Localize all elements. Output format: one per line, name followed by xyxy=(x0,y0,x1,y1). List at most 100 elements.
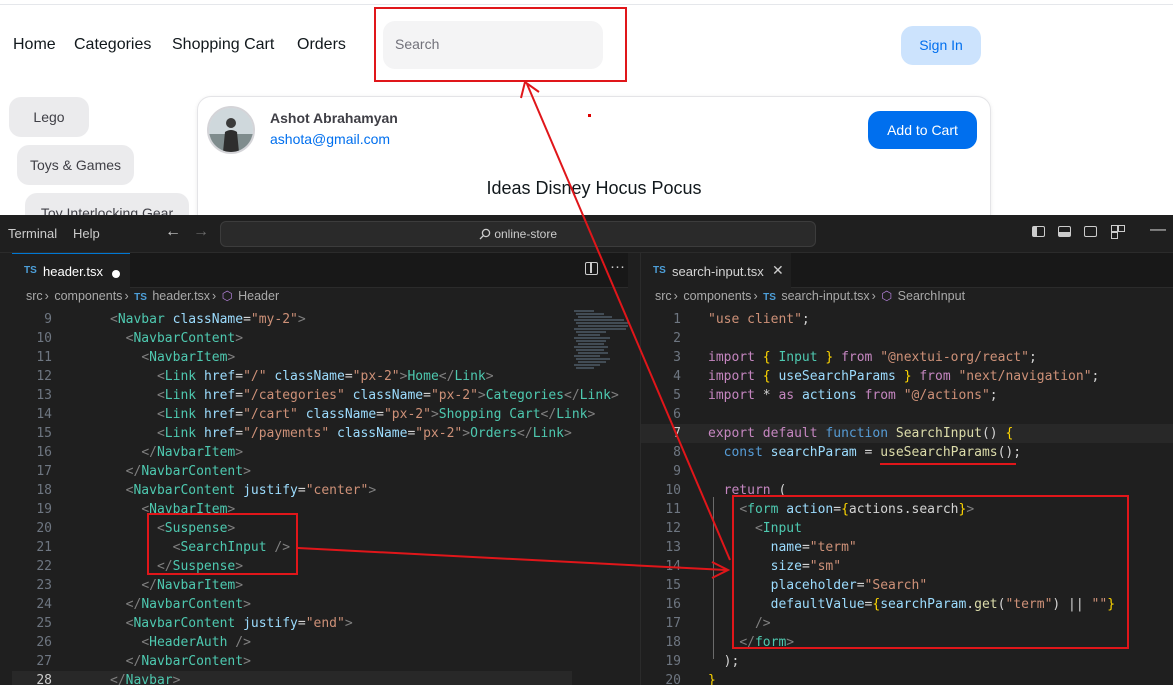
line-number: 11 xyxy=(665,502,681,517)
line-number: 6 xyxy=(673,407,681,422)
line-number: 18 xyxy=(665,635,681,650)
nav-link-home[interactable]: Home xyxy=(13,36,56,54)
menu-terminal[interactable]: Terminal xyxy=(8,226,57,241)
line-number: 7 xyxy=(673,426,681,441)
code-text: <Link href="/payments" className="px-2">… xyxy=(156,426,572,441)
minimap[interactable] xyxy=(574,310,628,390)
tab-label: header.tsx xyxy=(43,264,103,279)
annotation-underline xyxy=(880,463,1016,465)
line-number: 28 xyxy=(36,673,52,685)
minimap-row xyxy=(578,316,612,318)
breadcrumb-components[interactable]: components xyxy=(54,289,122,303)
nav-link-categories[interactable]: Categories xyxy=(74,36,151,54)
line-number: 26 xyxy=(36,635,52,650)
editor-left: TS header.tsx ··· src › components › TS he… xyxy=(12,253,628,685)
active-line-highlight xyxy=(12,671,572,685)
code-text: </NavbarContent> xyxy=(125,597,251,612)
minimap-row xyxy=(576,331,606,333)
component-symbol-icon: ⬡ xyxy=(221,289,233,303)
breadcrumb-symbol[interactable]: Header xyxy=(238,289,279,303)
tab-label: search-input.tsx xyxy=(672,264,764,279)
line-number: 17 xyxy=(665,616,681,631)
line-number: 24 xyxy=(36,597,52,612)
minimap-row xyxy=(574,355,600,357)
component-symbol-icon: ⬡ xyxy=(881,289,893,303)
breadcrumb-src[interactable]: src xyxy=(26,289,43,303)
top-border xyxy=(0,4,1173,5)
tab-strip-left: TS header.tsx ··· xyxy=(12,253,628,288)
nav-link-orders[interactable]: Orders xyxy=(297,36,346,54)
line-number: 19 xyxy=(36,502,52,517)
code-text: import * as actions from "@/actions"; xyxy=(708,388,998,403)
line-number: 15 xyxy=(665,578,681,593)
customize-layout-icon[interactable] xyxy=(1111,225,1125,239)
toggle-primary-sidebar-icon[interactable] xyxy=(1032,226,1045,237)
code-text: "use client"; xyxy=(708,312,810,327)
breadcrumb-src[interactable]: src xyxy=(655,289,672,303)
minimap-row xyxy=(576,358,610,360)
code-text: <NavbarItem> xyxy=(141,350,236,365)
line-number: 12 xyxy=(36,369,52,384)
line-number: 17 xyxy=(36,464,52,479)
nav-link-shopping-cart[interactable]: Shopping Cart xyxy=(172,36,274,54)
category-lego[interactable]: Lego xyxy=(9,97,89,137)
minimap-row xyxy=(578,343,604,345)
back-arrow-icon[interactable]: ← xyxy=(165,223,181,241)
add-to-cart-button[interactable]: Add to Cart xyxy=(868,111,977,149)
command-center-search[interactable]: online-store xyxy=(220,221,816,247)
breadcrumb-file[interactable]: search-input.tsx xyxy=(781,289,869,303)
more-actions-icon[interactable]: ··· xyxy=(610,258,625,275)
code-text: <Link href="/categories" className="px-2… xyxy=(156,388,619,403)
tab-header-tsx[interactable]: TS header.tsx xyxy=(12,253,130,288)
toggle-secondary-sidebar-icon[interactable] xyxy=(1084,226,1097,237)
category-toy-interlocking-gear[interactable]: Toy Interlocking Gear xyxy=(25,193,189,215)
code-text: <Link href="/" className="px-2">Home</Li… xyxy=(156,369,494,384)
line-number: 10 xyxy=(36,331,52,346)
line-number: 16 xyxy=(36,445,52,460)
category-toys-games[interactable]: Toys & Games xyxy=(17,145,134,185)
minimap-row xyxy=(576,367,594,369)
line-number: 8 xyxy=(673,445,681,460)
user-email[interactable]: ashota@gmail.com xyxy=(270,131,390,147)
split-editor-icon[interactable] xyxy=(585,262,598,275)
line-number: 11 xyxy=(36,350,52,365)
line-number: 14 xyxy=(665,559,681,574)
toggle-panel-icon[interactable] xyxy=(1058,226,1071,237)
code-text: } xyxy=(708,673,716,685)
line-number: 25 xyxy=(36,616,52,631)
code-text: import { Input } from "@nextui-org/react… xyxy=(708,350,1037,365)
forward-arrow-icon[interactable]: → xyxy=(193,223,209,241)
code-text: export default function SearchInput() { xyxy=(708,426,1014,441)
minimap-row xyxy=(574,319,624,321)
line-number: 15 xyxy=(36,426,52,441)
breadcrumb-components[interactable]: components xyxy=(683,289,751,303)
line-number: 18 xyxy=(36,483,52,498)
title-bar: Terminal Help ← → online-store — xyxy=(0,215,1173,253)
code-text: </NavbarContent> xyxy=(125,654,251,669)
close-icon[interactable]: ✕ xyxy=(772,262,784,279)
breadcrumb-symbol[interactable]: SearchInput xyxy=(898,289,965,303)
minimap-row xyxy=(574,364,600,366)
breadcrumb-file[interactable]: header.tsx xyxy=(152,289,210,303)
minimap-row xyxy=(576,313,604,315)
minimap-row xyxy=(578,334,600,336)
tab-search-input-tsx[interactable]: TS search-input.tsx ✕ xyxy=(641,253,791,288)
code-text: </NavbarItem> xyxy=(141,445,244,460)
line-number: 4 xyxy=(673,369,681,384)
sign-in-button[interactable]: Sign In xyxy=(901,26,981,65)
line-number: 19 xyxy=(665,654,681,669)
line-number: 10 xyxy=(665,483,681,498)
line-number: 1 xyxy=(673,312,681,327)
code-text: <NavbarContent justify="center"> xyxy=(125,483,377,498)
line-number: 20 xyxy=(36,521,52,536)
minimize-icon[interactable]: — xyxy=(1150,221,1166,239)
breadcrumb: src › components › TS search-input.tsx › ⬡ … xyxy=(655,289,966,303)
menu-help[interactable]: Help xyxy=(73,226,100,241)
code-text: const searchParam = useSearchParams(); xyxy=(723,445,1022,460)
code-text: import { useSearchParams } from "next/na… xyxy=(708,369,1100,384)
minimap-row xyxy=(578,325,628,327)
line-number: 27 xyxy=(36,654,52,669)
minimap-row xyxy=(574,346,608,348)
typescript-icon: TS xyxy=(134,292,147,303)
unsaved-dot-icon[interactable] xyxy=(112,270,120,278)
